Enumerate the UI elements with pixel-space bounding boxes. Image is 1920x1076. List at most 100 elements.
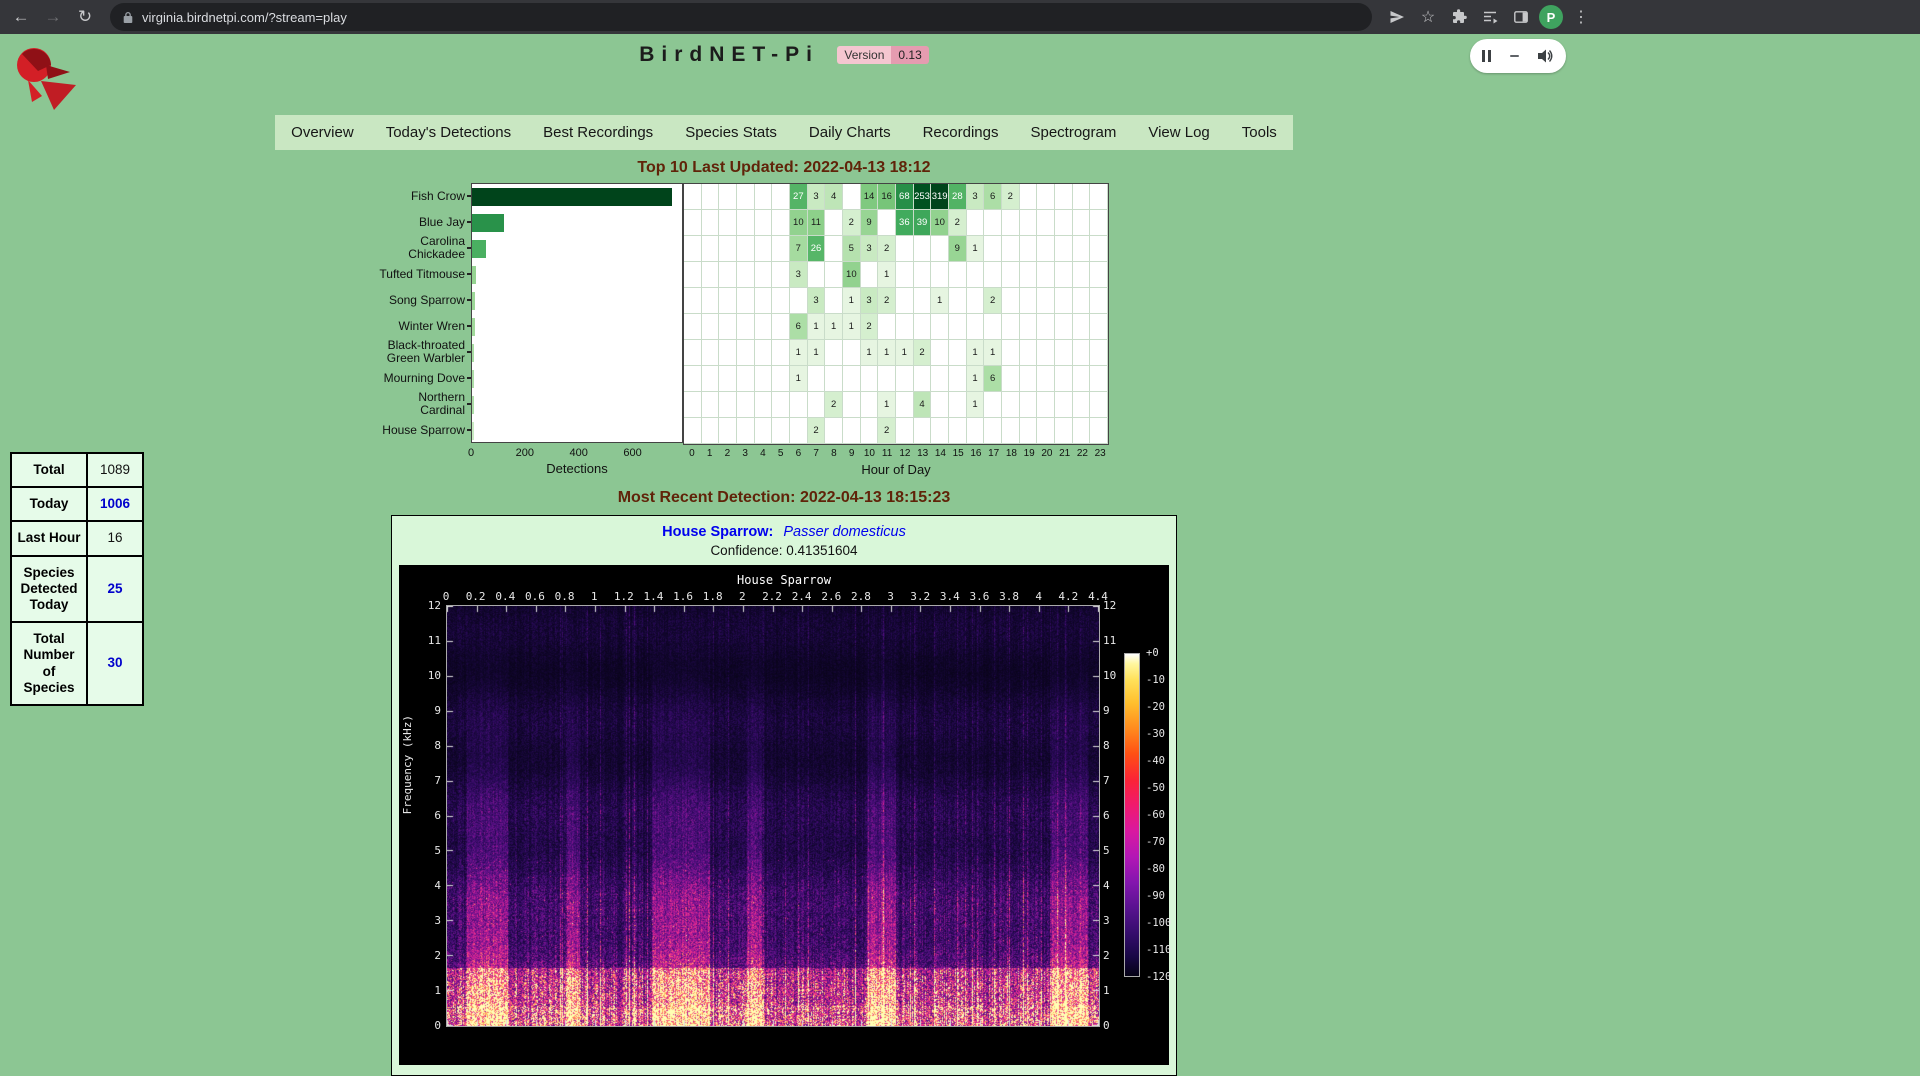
spec-time-tick: 3.2 [910, 590, 930, 603]
heatmap-cell [684, 236, 702, 262]
heatmap-cell [719, 418, 737, 444]
top10-chart: Fish CrowBlue JayCarolina ChickadeeTufte… [375, 183, 1115, 479]
heatmap-cell: 39 [914, 210, 932, 236]
heatmap-cell [1037, 314, 1055, 340]
bookmark-star-icon[interactable]: ☆ [1415, 4, 1441, 30]
extensions-icon[interactable] [1446, 4, 1472, 30]
heatmap-cell [1090, 418, 1108, 444]
heatmap-cell [1073, 392, 1091, 418]
nav-item-tools[interactable]: Tools [1226, 115, 1293, 150]
heatmap-cell [702, 340, 720, 366]
audio-player[interactable] [1470, 39, 1566, 73]
spec-freq-tick: 5 [415, 844, 441, 857]
spec-freq-tick: 8 [415, 739, 441, 752]
browser-menu-icon[interactable]: ⋮ [1568, 4, 1594, 30]
nav-item-species-stats[interactable]: Species Stats [669, 115, 793, 150]
species-label: House Sparrow [375, 417, 471, 443]
heatmap-xlabel: Hour of Day [683, 461, 1109, 479]
heatmap-cell: 1 [808, 340, 826, 366]
heatmap-cell [825, 236, 843, 262]
heatmap-cell: 14 [861, 184, 879, 210]
heatmap-cell: 1 [790, 340, 808, 366]
heatmap-cell [719, 184, 737, 210]
heatmap-cell [1090, 340, 1108, 366]
nav-item-best-recordings[interactable]: Best Recordings [527, 115, 669, 150]
heatmap-cell [755, 418, 773, 444]
heatmap-cell [1073, 184, 1091, 210]
heatmap-cell [984, 210, 1002, 236]
spec-freq-tick-right: 6 [1103, 809, 1110, 822]
profile-avatar[interactable]: P [1539, 5, 1563, 29]
heatmap-cell: 1 [967, 366, 985, 392]
heatmap-cell [861, 366, 879, 392]
spec-freq-tick: 7 [415, 774, 441, 787]
hour-axis-tick: 19 [1020, 445, 1038, 461]
detections-bar [472, 396, 474, 414]
spec-time-tick: 3.8 [999, 590, 1019, 603]
heatmap-cell: 7 [790, 236, 808, 262]
detections-bar [472, 318, 475, 336]
nav-item-daily-charts[interactable]: Daily Charts [793, 115, 907, 150]
hour-axis-tick: 18 [1003, 445, 1021, 461]
heatmap-cell [949, 262, 967, 288]
nav-item-view-log[interactable]: View Log [1132, 115, 1225, 150]
heatmap-cell [1090, 366, 1108, 392]
heatmap-cell [1020, 236, 1038, 262]
pause-icon[interactable] [1482, 50, 1491, 62]
heatmap-cell [1055, 340, 1073, 366]
heatmap-cell: 11 [808, 210, 826, 236]
reload-icon[interactable]: ↻ [72, 4, 98, 30]
side-panel-icon[interactable] [1508, 4, 1534, 30]
toolbar-actions: ☆ P ⋮ [1384, 4, 1594, 30]
heatmap-cell [772, 314, 790, 340]
spec-db-tick: -120 [1146, 971, 1171, 983]
nav-item-spectrogram[interactable]: Spectrogram [1014, 115, 1132, 150]
heatmap-cell: 2 [914, 340, 932, 366]
spec-time-tick: 3 [887, 590, 894, 603]
heatmap-cell: 1 [967, 392, 985, 418]
heatmap-cell [755, 366, 773, 392]
forward-icon[interactable]: → [40, 4, 66, 30]
heatmap-cell: 1 [878, 340, 896, 366]
stats-value-link[interactable]: 25 [87, 556, 143, 623]
spec-freq-tick-right: 10 [1103, 669, 1116, 682]
heatmap-cell: 26 [808, 236, 826, 262]
heatmap-cell: 16 [878, 184, 896, 210]
species-link[interactable]: House Sparrow: [662, 524, 773, 540]
heatmap-cell [1002, 288, 1020, 314]
stats-value-link[interactable]: 30 [87, 622, 143, 705]
heatmap-cell [772, 392, 790, 418]
heatmap-cell: 6 [984, 366, 1002, 392]
heatmap-cell [684, 392, 702, 418]
birdnet-logo[interactable] [8, 40, 82, 114]
detections-bar [472, 188, 672, 206]
stats-value-link[interactable]: 1006 [87, 487, 143, 521]
spec-time-tick: 2.4 [792, 590, 812, 603]
nav-item-overview[interactable]: Overview [275, 115, 370, 150]
heatmap-cell: 10 [931, 210, 949, 236]
send-icon[interactable] [1384, 4, 1410, 30]
heatmap-cell [755, 210, 773, 236]
volume-icon[interactable] [1537, 48, 1554, 64]
heatmap-cell [1073, 262, 1091, 288]
heatmap-cell: 2 [843, 210, 861, 236]
media-controls-icon[interactable] [1477, 4, 1503, 30]
browser-toolbar: ← → ↻ virginia.birdnetpi.com/?stream=pla… [0, 0, 1920, 34]
stats-row: Total1089 [11, 453, 143, 487]
heatmap-cell [949, 314, 967, 340]
back-icon[interactable]: ← [8, 4, 34, 30]
heatmap-cell: 1 [843, 314, 861, 340]
heatmap-cell: 28 [949, 184, 967, 210]
heatmap-cell [1020, 210, 1038, 236]
heatmap-cell [719, 262, 737, 288]
heatmap-cell [1037, 262, 1055, 288]
species-label: Blue Jay [375, 209, 471, 235]
url-bar[interactable]: virginia.birdnetpi.com/?stream=play [110, 3, 1372, 31]
spec-freq-tick-right: 2 [1103, 949, 1110, 962]
heatmap-cell [1055, 262, 1073, 288]
detections-bar [472, 214, 504, 232]
nav-item-today-s-detections[interactable]: Today's Detections [370, 115, 527, 150]
heatmap-cell [1002, 262, 1020, 288]
nav-item-recordings[interactable]: Recordings [907, 115, 1015, 150]
heatmap-cell [755, 262, 773, 288]
